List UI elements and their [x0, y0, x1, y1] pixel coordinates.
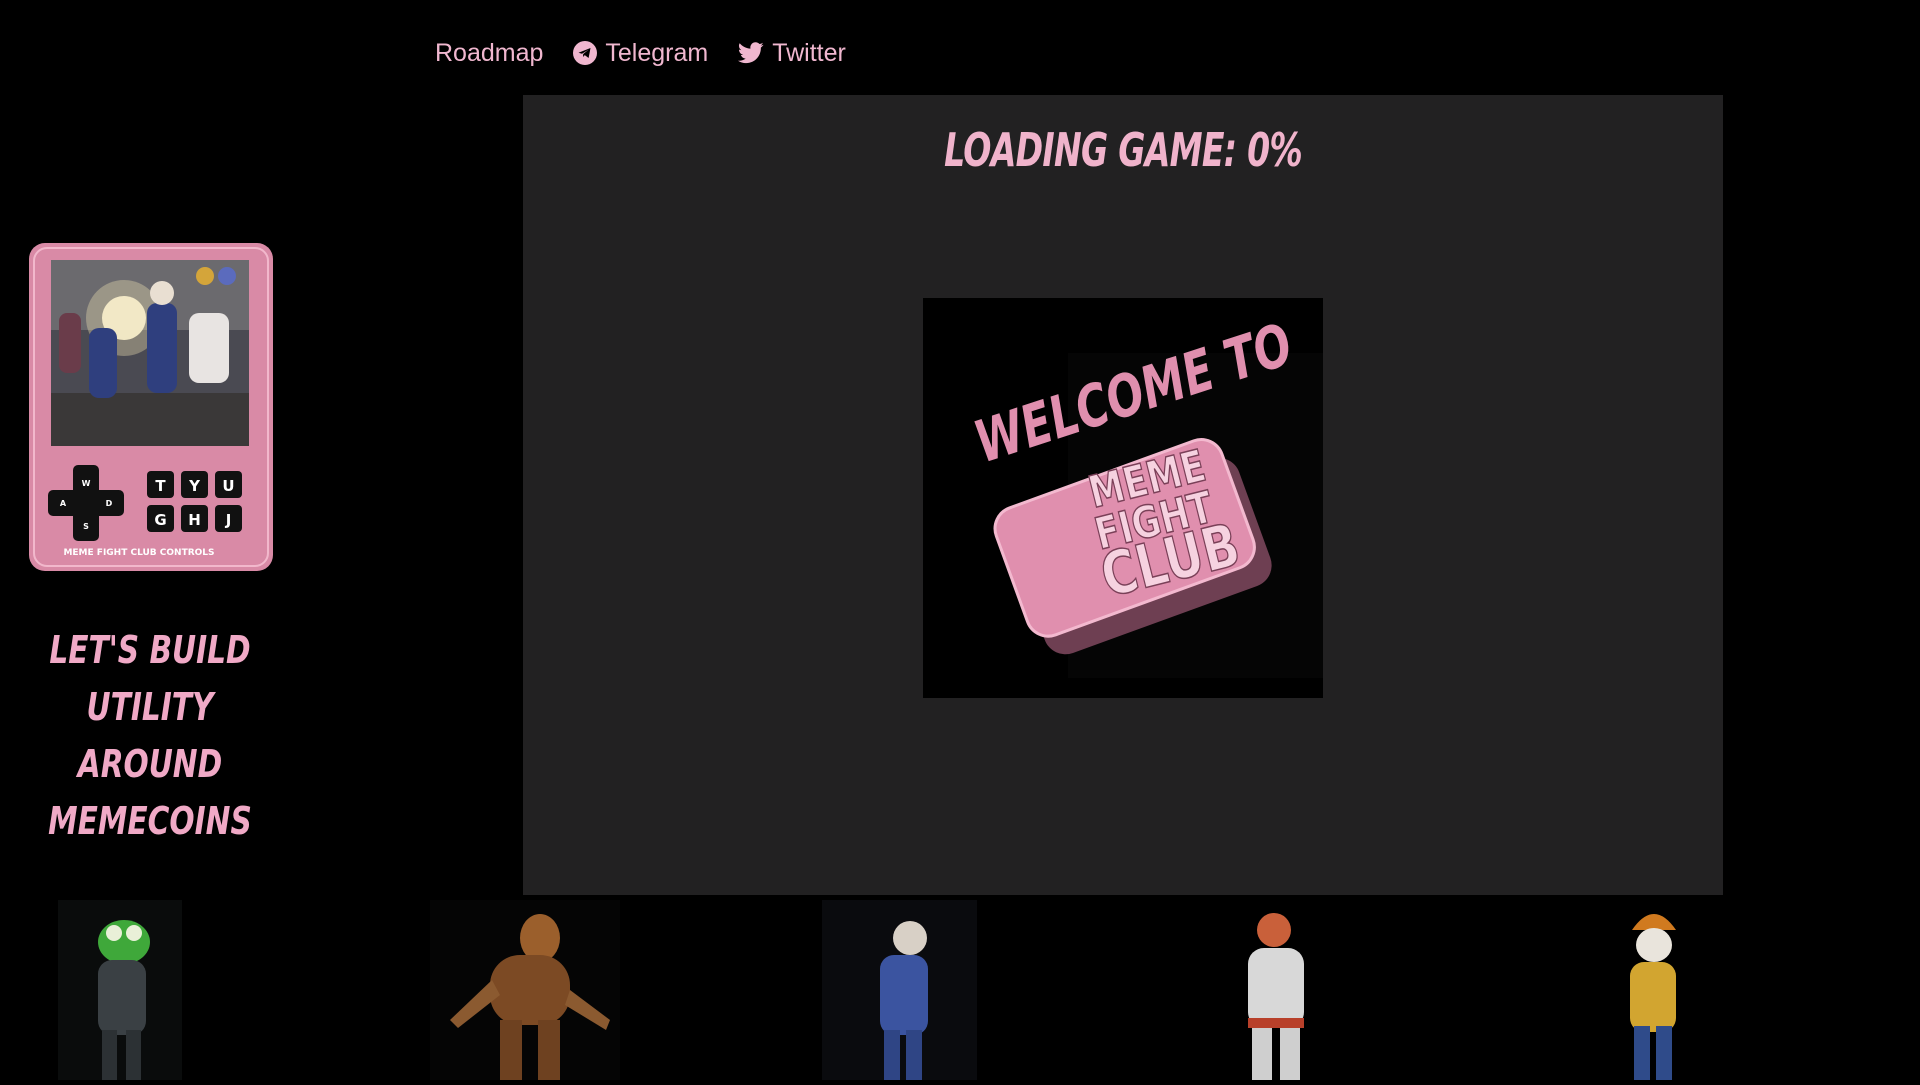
- top-nav: Roadmap Telegram Twitter: [435, 33, 846, 73]
- controls-card: W A D S T Y U G H J MEME FIGHT CLUB CONT…: [29, 243, 273, 576]
- telegram-icon: [573, 41, 598, 65]
- splash-image: WELCOME TO MEME FIGHT CLUB: [923, 298, 1323, 698]
- nav-link-twitter-label: Twitter: [772, 38, 846, 67]
- character-suit: [822, 900, 977, 1080]
- key-y: Y: [188, 477, 201, 495]
- nav-link-telegram[interactable]: Telegram: [573, 39, 708, 68]
- nav-link-telegram-label: Telegram: [605, 38, 709, 67]
- key-u: U: [222, 477, 234, 495]
- controls-caption: MEME FIGHT CLUB CONTROLS: [63, 548, 214, 558]
- key-h: H: [188, 511, 201, 529]
- nav-link-roadmap-label: Roadmap: [435, 38, 544, 67]
- twitter-icon: [738, 42, 764, 64]
- dpad-down-label: S: [83, 522, 89, 531]
- loading-status: LOADING GAME: 0%: [944, 123, 1303, 177]
- character-karate: [1212, 900, 1337, 1080]
- gameplay-preview: [51, 260, 249, 446]
- dpad-left-label: A: [60, 499, 67, 508]
- game-canvas[interactable]: LOADING GAME: 0% WELCOME TO MEME FIGHT C…: [523, 95, 1723, 895]
- character-dog: [430, 900, 620, 1080]
- tagline: LET'S BUILD UTILITY AROUND MEMECOINS: [33, 622, 267, 850]
- dpad-right-label: D: [106, 499, 113, 508]
- character-hat-dog: [1608, 900, 1698, 1080]
- dpad-up-label: W: [82, 479, 91, 488]
- key-t: T: [155, 477, 166, 495]
- tagline-line2: AROUND MEMECOINS: [48, 742, 252, 843]
- character-frog: [58, 900, 182, 1080]
- key-j: J: [225, 511, 232, 529]
- key-g: G: [154, 511, 166, 529]
- tagline-line1: LET'S BUILD UTILITY: [49, 628, 251, 729]
- nav-link-roadmap[interactable]: Roadmap: [435, 39, 543, 68]
- nav-link-twitter[interactable]: Twitter: [738, 39, 846, 68]
